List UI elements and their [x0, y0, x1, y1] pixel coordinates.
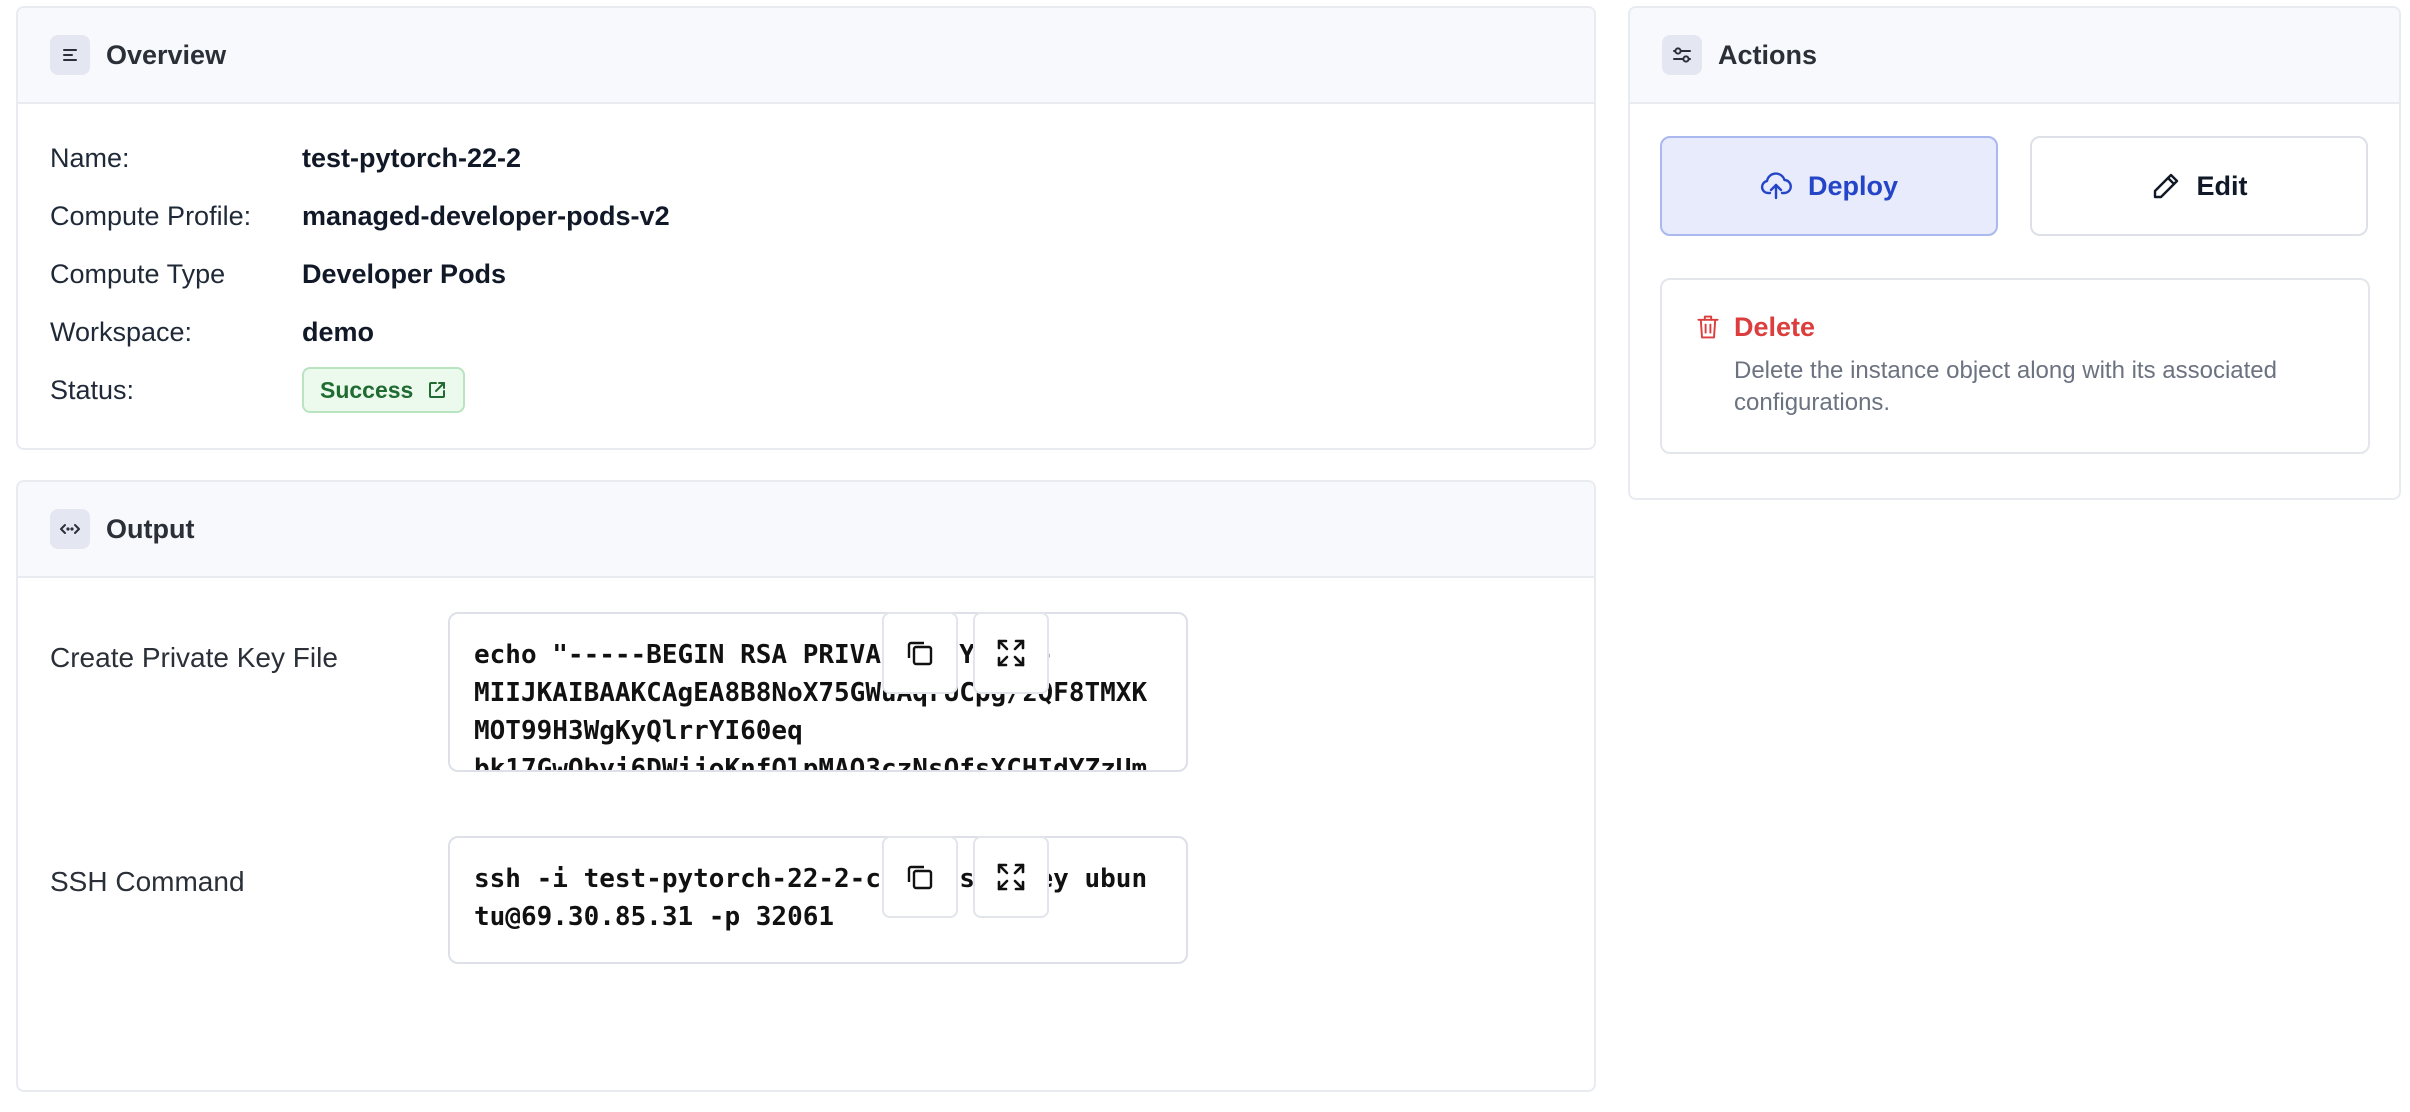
name-row: Name: test-pytorch-22-2 [50, 136, 521, 180]
deploy-label: Deploy [1807, 170, 1899, 201]
external-link-icon [429, 382, 446, 398]
compute-profile-row: Compute Profile: managed-developer-pods-… [50, 194, 670, 238]
actions-title: Actions [1718, 39, 1818, 70]
status-label: Status: [50, 374, 135, 405]
sliders-icon [1662, 35, 1702, 75]
output-header: Output [18, 482, 1594, 578]
delete-text: Delete Delete the instance object along … [1734, 310, 2334, 422]
code-icon [50, 509, 90, 549]
compute-type-label: Compute Type [50, 258, 226, 289]
delete-description: Delete the instance object along with it… [1734, 357, 2277, 416]
overview-title: Overview [106, 39, 227, 70]
copy-ssh-command-button[interactable] [882, 836, 958, 918]
status-value: Success [320, 376, 414, 403]
expand-private-key-button[interactable] [973, 612, 1049, 694]
list-icon [50, 35, 90, 75]
trash-icon [1697, 315, 1719, 339]
compute-profile-label: Compute Profile: [50, 200, 252, 231]
overview-card: Overview Name: test-pytorch-22-2 Compute… [16, 6, 1596, 450]
expand-ssh-command-button[interactable] [973, 836, 1049, 918]
output-card: Output Create Private Key File echo "---… [16, 480, 1596, 1092]
compute-type-value: Developer Pods [302, 258, 507, 289]
workspace-value: demo [302, 316, 375, 347]
name-label: Name: [50, 142, 130, 173]
copy-private-key-button[interactable] [882, 612, 958, 694]
overview-header: Overview [18, 8, 1594, 104]
actions-card: Actions Deploy Edit Delete Delete the in… [1628, 6, 2401, 500]
private-key-code[interactable]: echo "-----BEGIN RSA PRIVATE KEY----- MI… [448, 612, 1188, 772]
cloud-upload-icon [1760, 172, 1792, 200]
deploy-button[interactable]: Deploy [1660, 136, 1998, 236]
delete-title: Delete [1734, 312, 1816, 342]
pencil-icon [2153, 173, 2178, 199]
ssh-command-label: SSH Command [50, 866, 245, 897]
expand-icon [997, 863, 1025, 891]
copy-icon [907, 641, 933, 666]
copy-icon [907, 865, 933, 890]
status-row: Status: Success [50, 367, 466, 413]
workspace-label: Workspace: [50, 316, 193, 347]
actions-header: Actions [1630, 8, 2399, 104]
edit-button[interactable]: Edit [2030, 136, 2368, 236]
expand-icon [997, 639, 1025, 667]
private-key-label: Create Private Key File [50, 642, 338, 673]
output-title: Output [106, 513, 195, 544]
delete-action[interactable]: Delete Delete the instance object along … [1660, 278, 2370, 454]
workspace-row: Workspace: demo [50, 310, 374, 354]
status-badge[interactable]: Success [302, 367, 466, 413]
compute-profile-value: managed-developer-pods-v2 [302, 200, 670, 231]
name-value: test-pytorch-22-2 [302, 142, 522, 173]
edit-label: Edit [2196, 170, 2248, 201]
compute-type-row: Compute Type Developer Pods [50, 252, 506, 296]
ssh-command-code[interactable]: ssh -i test-pytorch-22-2-c57ac-ssh.key u… [448, 836, 1188, 964]
